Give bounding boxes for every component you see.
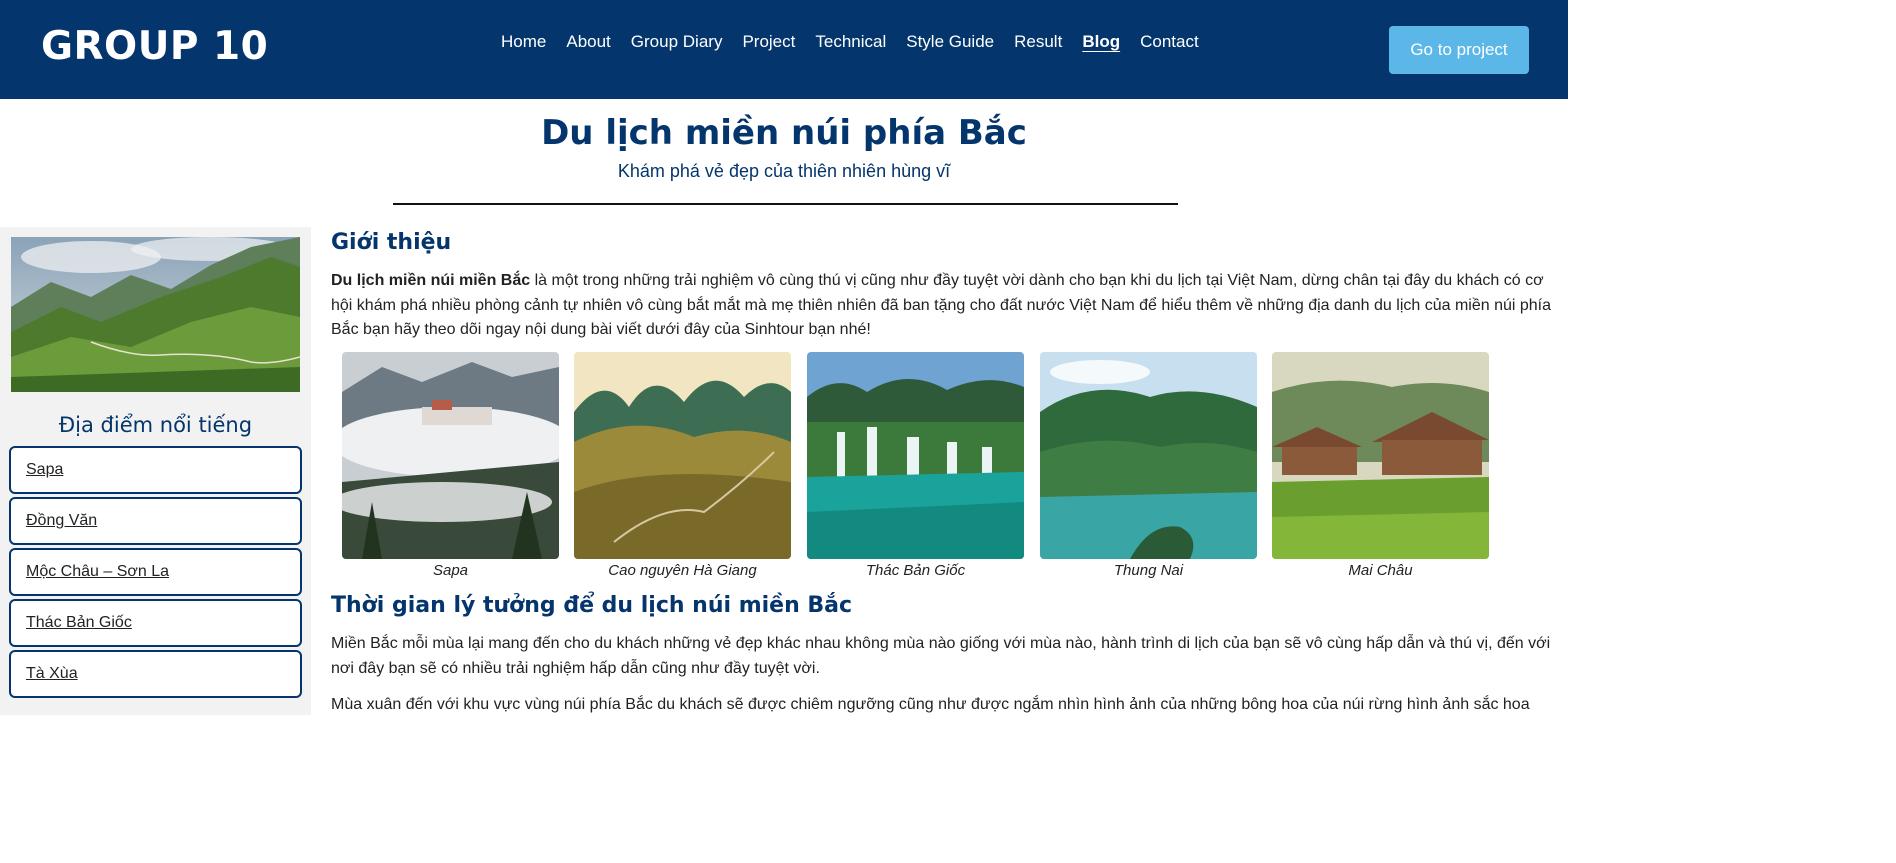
gallery-image-mai-chau[interactable] bbox=[1272, 352, 1489, 559]
place-item-dong-van[interactable]: Đồng Văn bbox=[9, 497, 302, 545]
intro-paragraph: Du lịch miền núi miền Bắc là một trong n… bbox=[331, 269, 1563, 343]
nav-contact[interactable]: Contact bbox=[1130, 31, 1209, 55]
go-to-project-button[interactable]: Go to project bbox=[1389, 26, 1529, 74]
nav-home[interactable]: Home bbox=[491, 31, 556, 55]
place-item-thac-ban-gioc[interactable]: Thác Bản Giốc bbox=[9, 599, 302, 647]
nav-group-diary[interactable]: Group Diary bbox=[621, 31, 733, 55]
sidebar: Địa điểm nổi tiếng Sapa Đồng Văn Mộc Châ… bbox=[0, 227, 311, 715]
page-subtitle: Khám phá vẻ đẹp của thiên nhiên hùng vĩ bbox=[617, 161, 951, 181]
nav-style-guide[interactable]: Style Guide bbox=[896, 31, 1004, 55]
ideal-time-paragraph-1: Miền Bắc mỗi mùa lại mang đến cho du khá… bbox=[331, 635, 1551, 677]
intro-bold-lead: Du lịch miền núi miền Bắc bbox=[331, 272, 531, 289]
main-nav: Home About Group Diary Project Technical… bbox=[491, 31, 1209, 55]
famous-places-heading: Địa điểm nổi tiếng bbox=[58, 413, 253, 437]
place-item-sapa[interactable]: Sapa bbox=[9, 446, 302, 494]
place-item-moc-chau[interactable]: Mộc Châu – Sơn La bbox=[9, 548, 302, 596]
nav-project[interactable]: Project bbox=[732, 31, 805, 55]
gallery-item-mai-chau: Mai Châu bbox=[1272, 352, 1489, 579]
gallery-image-thung-nai[interactable] bbox=[1040, 352, 1257, 559]
gallery-caption: Cao nguyên Hà Giang bbox=[608, 562, 757, 579]
photo-gallery: Sapa Cao nguyên Hà Giang Thác Bản Giốc T… bbox=[342, 352, 1502, 582]
intro-heading: Giới thiệu bbox=[331, 230, 452, 255]
gallery-item-ha-giang: Cao nguyên Hà Giang bbox=[574, 352, 791, 579]
place-list: Sapa Đồng Văn Mộc Châu – Sơn La Thác Bản… bbox=[9, 446, 302, 701]
place-item-ta-xua[interactable]: Tà Xùa bbox=[9, 650, 302, 698]
gallery-caption: Mai Châu bbox=[1348, 562, 1413, 579]
gallery-item-ban-gioc: Thác Bản Giốc bbox=[807, 352, 1024, 579]
gallery-caption: Thác Bản Giốc bbox=[865, 562, 966, 579]
site-header: GROUP 10 Home About Group Diary Project … bbox=[0, 0, 1568, 99]
gallery-image-ban-gioc[interactable] bbox=[807, 352, 1024, 559]
page-title: Du lịch miền núi phía Bắc bbox=[541, 113, 1027, 153]
nav-blog[interactable]: Blog bbox=[1072, 31, 1130, 55]
title-divider bbox=[393, 203, 1178, 205]
nav-result[interactable]: Result bbox=[1004, 31, 1072, 55]
nav-about[interactable]: About bbox=[556, 31, 620, 55]
gallery-caption: Thung Nai bbox=[1113, 562, 1184, 579]
site-logo[interactable]: GROUP 10 bbox=[41, 24, 268, 69]
gallery-item-sapa: Sapa bbox=[342, 352, 559, 579]
ideal-time-paragraph-2: Mùa xuân đến với khu vực vùng núi phía B… bbox=[331, 696, 1530, 713]
gallery-item-thung-nai: Thung Nai bbox=[1040, 352, 1257, 579]
gallery-caption: Sapa bbox=[432, 562, 469, 579]
sidebar-mountain-image bbox=[11, 237, 300, 392]
gallery-image-sapa[interactable] bbox=[342, 352, 559, 559]
gallery-image-ha-giang[interactable] bbox=[574, 352, 791, 559]
ideal-time-heading: Thời gian lý tưởng để du lịch núi miền B… bbox=[331, 593, 853, 618]
nav-technical[interactable]: Technical bbox=[805, 31, 896, 55]
